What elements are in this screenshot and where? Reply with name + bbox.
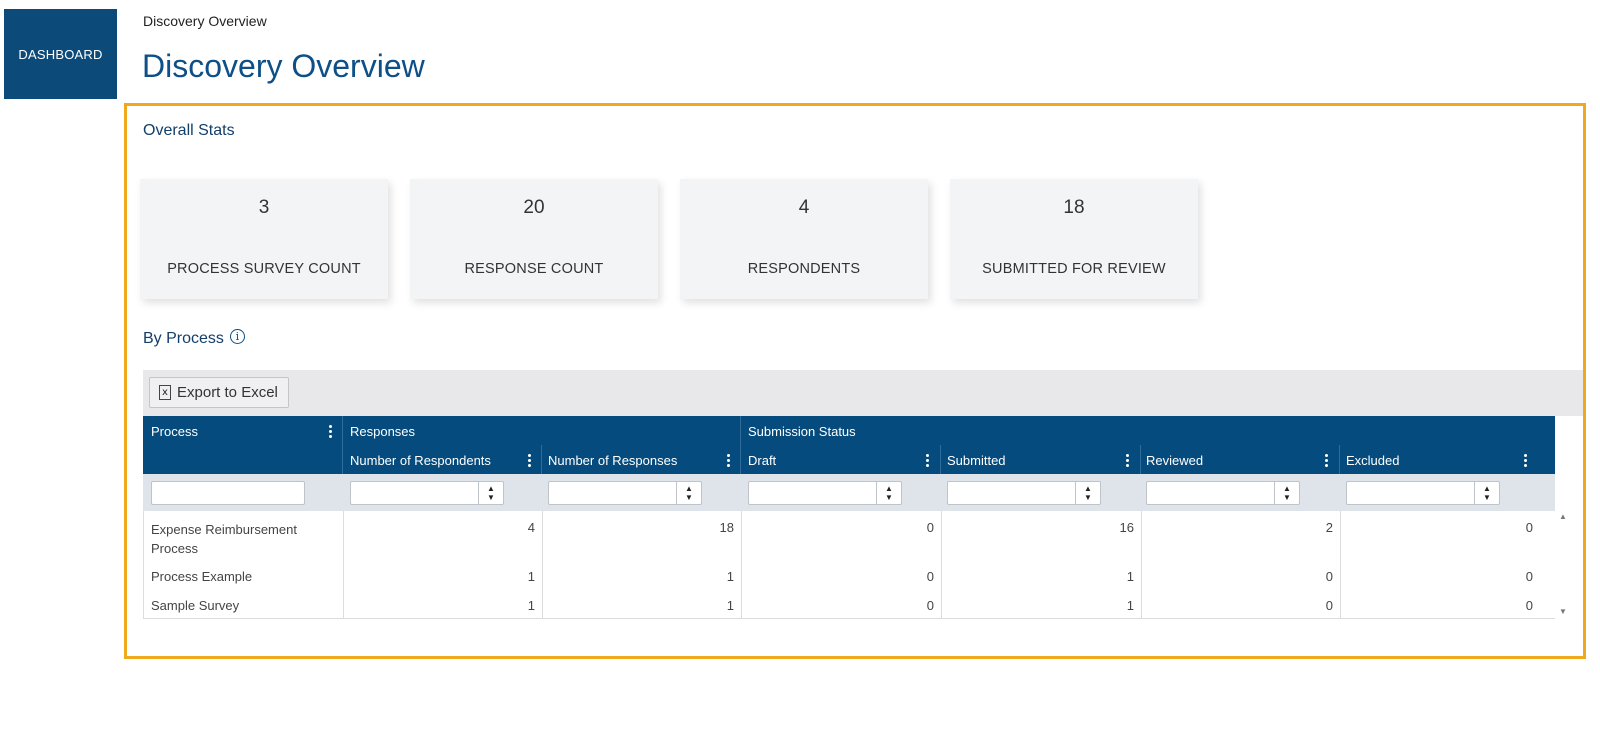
stat-card-response-count: 20 RESPONSE COUNT [410, 179, 658, 299]
spinner-icon[interactable]: ▲ ▼ [478, 482, 503, 504]
col-header-excluded[interactable]: Excluded [1346, 453, 1399, 468]
cell-submitted[interactable]: 16 [948, 520, 1134, 535]
export-to-excel-button[interactable]: x Export to Excel [149, 377, 289, 408]
excluded-filter-input[interactable]: ▲ ▼ [1346, 481, 1500, 505]
grid-toolbar: x Export to Excel [143, 370, 1583, 416]
dashboard-button[interactable]: DASHBOARD [4, 9, 117, 99]
draft-column-menu-icon[interactable] [925, 454, 929, 470]
spinner-icon[interactable]: ▲ ▼ [876, 482, 901, 504]
col-header-draft[interactable]: Draft [748, 453, 776, 468]
stat-value: 20 [523, 197, 545, 218]
stat-value: 4 [798, 197, 810, 218]
cell-respondents[interactable]: 1 [350, 569, 535, 584]
stat-label: SUBMITTED FOR REVIEW [982, 261, 1166, 277]
spinner-icon[interactable]: ▲ ▼ [1474, 482, 1499, 504]
col-header-responses[interactable]: Number of Responses [548, 453, 677, 468]
by-process-title: By Process i [143, 328, 245, 348]
spinner-icon[interactable]: ▲ ▼ [676, 482, 701, 504]
draft-filter-input[interactable]: ▲ ▼ [748, 481, 902, 505]
cell-reviewed[interactable]: 2 [1147, 520, 1333, 535]
cell-process[interactable]: Process Example [151, 569, 252, 584]
cell-excluded[interactable]: 0 [1347, 520, 1533, 535]
respondents-filter-input[interactable]: ▲ ▼ [350, 481, 504, 505]
group-header-responses: Responses [350, 424, 416, 439]
excel-icon: x [159, 385, 171, 400]
filter-row: ▲ ▼ ▲ ▼ ▲ ▼ ▲ ▼ ▲ ▼ ▲ ▼ [143, 474, 1555, 511]
stat-label: RESPONDENTS [747, 261, 861, 277]
cell-respondents[interactable]: 4 [350, 520, 535, 535]
reviewed-filter-input[interactable]: ▲ ▼ [1146, 481, 1300, 505]
cell-submitted[interactable]: 1 [948, 569, 1134, 584]
overall-stats-title: Overall Stats [143, 122, 235, 139]
cell-process[interactable]: Expense Reimbursement Process [151, 520, 331, 558]
cell-draft[interactable]: 0 [748, 598, 934, 613]
cell-reviewed[interactable]: 0 [1147, 569, 1333, 584]
process-grid: Process Responses Submission Status Numb… [143, 416, 1555, 619]
scroll-down-icon[interactable]: ▼ [1559, 607, 1567, 616]
stat-label: RESPONSE COUNT [464, 261, 604, 277]
col-header-respondents[interactable]: Number of Respondents [350, 453, 491, 468]
export-label: Export to Excel [177, 384, 278, 401]
respondents-column-menu-icon[interactable] [527, 454, 531, 470]
reviewed-column-menu-icon[interactable] [1324, 454, 1328, 470]
excluded-column-menu-icon[interactable] [1523, 454, 1527, 470]
stat-card-submitted-for-review: 18 SUBMITTED FOR REVIEW [950, 179, 1198, 299]
page-title: Discovery Overview [142, 48, 425, 84]
stat-card-process-survey-count: 3 PROCESS SURVEY COUNT [140, 179, 388, 299]
cell-reviewed[interactable]: 0 [1147, 598, 1333, 613]
process-filter-input[interactable] [151, 481, 305, 505]
process-column-menu-icon[interactable] [328, 425, 332, 441]
stat-card-respondents: 4 RESPONDENTS [680, 179, 928, 299]
cell-submitted[interactable]: 1 [948, 598, 1134, 613]
spinner-icon[interactable]: ▲ ▼ [1075, 482, 1100, 504]
cell-draft[interactable]: 0 [748, 520, 934, 535]
info-icon[interactable]: i [229, 328, 245, 344]
col-header-submitted[interactable]: Submitted [947, 453, 1006, 468]
responses-column-menu-icon[interactable] [726, 454, 730, 470]
responses-filter-input[interactable]: ▲ ▼ [548, 481, 702, 505]
group-header-submission-status: Submission Status [748, 424, 856, 439]
grid-scrollbar[interactable]: ▲ ▼ [1556, 510, 1570, 618]
submitted-filter-input[interactable]: ▲ ▼ [947, 481, 1101, 505]
cell-draft[interactable]: 0 [748, 569, 934, 584]
col-header-process[interactable]: Process [151, 424, 198, 439]
cell-responses[interactable]: 1 [549, 569, 734, 584]
by-process-label: By Process [143, 330, 224, 347]
spinner-icon[interactable]: ▲ ▼ [1274, 482, 1299, 504]
submitted-column-menu-icon[interactable] [1125, 454, 1129, 470]
stat-value: 18 [1063, 197, 1085, 218]
stat-label: PROCESS SURVEY COUNT [167, 261, 361, 277]
grid-header: Process Responses Submission Status Numb… [143, 416, 1555, 474]
scroll-up-icon[interactable]: ▲ [1559, 512, 1567, 521]
col-header-reviewed[interactable]: Reviewed [1146, 453, 1203, 468]
grid-body: Expense Reimbursement Process 4 18 0 16 … [143, 511, 1555, 619]
cell-responses[interactable]: 1 [549, 598, 734, 613]
breadcrumb: Discovery Overview [143, 13, 267, 29]
cell-responses[interactable]: 18 [549, 520, 734, 535]
cell-respondents[interactable]: 1 [350, 598, 535, 613]
stat-value: 3 [258, 197, 270, 218]
cell-excluded[interactable]: 0 [1347, 569, 1533, 584]
cell-excluded[interactable]: 0 [1347, 598, 1533, 613]
stats-panel: Overall Stats 3 PROCESS SURVEY COUNT 20 … [124, 103, 1586, 659]
cell-process[interactable]: Sample Survey [151, 598, 239, 613]
